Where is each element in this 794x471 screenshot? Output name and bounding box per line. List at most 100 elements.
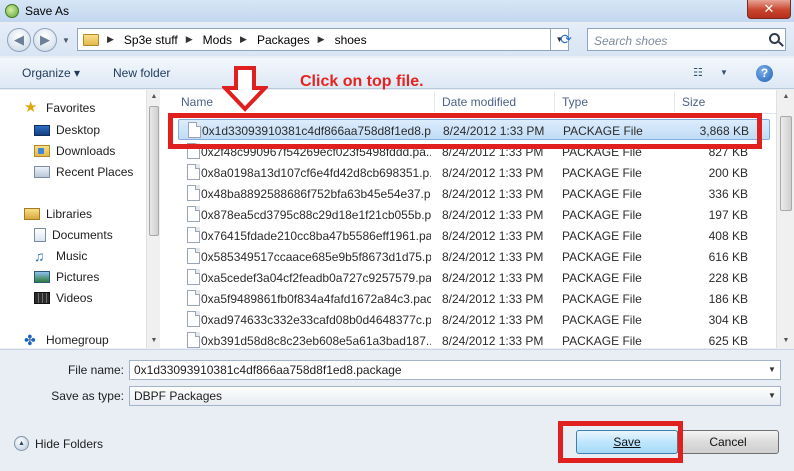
hide-folders-label: Hide Folders [35, 436, 104, 451]
file-row[interactable]: 0xa5cedef3a04cf2feadb0a727c9257579.pa...… [178, 267, 770, 288]
search-input[interactable]: Search shoes [587, 28, 786, 51]
file-date: 8/24/2012 1:33 PM [442, 271, 544, 285]
chevron-right-icon[interactable]: ▶ [186, 34, 193, 45]
save-fields: File name: 0x1d33093910381c4df866aa758d8… [0, 349, 794, 411]
file-size: 228 KB [708, 271, 748, 285]
address-bar[interactable]: ▶ Sp3e stuff ▶ Mods ▶ Packages ▶ shoes [77, 28, 551, 51]
nav-favorites[interactable]: ★ Favorites [24, 98, 95, 118]
nav-label: Videos [56, 291, 93, 305]
organize-menu[interactable]: Organize ▾ [22, 66, 80, 80]
file-row[interactable]: 0x76415fdade210cc8ba47b5586eff1961.pa...… [178, 225, 770, 246]
chevron-down-icon[interactable]: ▼ [764, 361, 780, 379]
file-name: 0x878ea5cd3795c88c29d18e1f21cb055b.p... [201, 208, 431, 222]
nav-documents[interactable]: Documents [34, 225, 113, 245]
scrollbar-thumb[interactable] [149, 106, 159, 236]
file-row[interactable]: 0xb391d58d8c8c23eb608e5a61a3bad187.... 8… [178, 330, 770, 351]
scroll-down-arrow-icon[interactable]: ▼ [777, 334, 794, 348]
file-name-label: File name: [67, 363, 124, 377]
file-size: 197 KB [708, 208, 748, 222]
file-row[interactable]: 0x8a0198a13d107cf6e4fd42d8cb698351.p... … [178, 162, 770, 183]
column-name[interactable]: Name [181, 95, 213, 109]
cancel-button[interactable]: Cancel [677, 430, 779, 454]
recent-places-icon [34, 166, 50, 178]
breadcrumb-item[interactable]: shoes [335, 33, 367, 47]
chevron-right-icon[interactable]: ▶ [240, 34, 247, 45]
nav-videos[interactable]: Videos [34, 288, 92, 308]
file-row[interactable]: 0x585349517ccaace685e9b5f8673d1d75.p... … [178, 246, 770, 267]
file-name-input[interactable]: 0x1d33093910381c4df866aa758d8f1ed8.packa… [129, 360, 781, 380]
column-date-modified[interactable]: Date modified [442, 95, 516, 109]
recent-pages-dropdown[interactable]: ▼ [62, 36, 70, 45]
scroll-up-arrow-icon[interactable]: ▲ [147, 90, 161, 104]
breadcrumb-item[interactable]: Packages [257, 33, 310, 47]
new-folder-button[interactable]: New folder [113, 66, 170, 80]
file-type: PACKAGE File [562, 292, 642, 306]
column-divider[interactable] [434, 92, 435, 112]
file-row[interactable]: 0xad974633c332e33cafd08b0d4648377c.p... … [178, 309, 770, 330]
file-row[interactable]: 0x48ba8892588686f752bfa63b45e54e37.p... … [178, 183, 770, 204]
file-size: 408 KB [708, 229, 748, 243]
file-name: 0xa5cedef3a04cf2feadb0a727c9257579.pa... [201, 271, 431, 285]
file-name: 0xa5f9489861fb0f834a4fafd1672a84c3.pac..… [201, 292, 431, 306]
nav-homegroup[interactable]: ✤ Homegroup [24, 330, 109, 350]
save-type-value: DBPF Packages [134, 389, 223, 403]
film-strip-icon [34, 292, 50, 304]
highlight-box-save-button [558, 421, 683, 463]
nav-label: Recent Places [56, 165, 134, 179]
nav-label: Pictures [56, 270, 100, 284]
scroll-up-arrow-icon[interactable]: ▲ [777, 90, 794, 104]
scroll-down-arrow-icon[interactable]: ▼ [147, 334, 161, 348]
forward-button[interactable]: ▶ [33, 28, 57, 52]
file-row[interactable]: 0xa5f9489861fb0f834a4fafd1672a84c3.pac..… [178, 288, 770, 309]
column-size[interactable]: Size [682, 95, 705, 109]
breadcrumb-item[interactable]: Mods [203, 33, 232, 47]
file-name: 0x8a0198a13d107cf6e4fd42d8cb698351.p... [201, 166, 431, 180]
nav-pictures[interactable]: Pictures [34, 267, 99, 287]
nav-libraries[interactable]: Libraries [24, 204, 92, 224]
save-type-select[interactable]: DBPF Packages ▼ [129, 386, 781, 406]
column-divider[interactable] [554, 92, 555, 112]
file-list-scrollbar[interactable]: ▲ ▼ [776, 90, 794, 348]
file-row[interactable]: 0x878ea5cd3795c88c29d18e1f21cb055b.p... … [178, 204, 770, 225]
nav-music[interactable]: ♫ Music [34, 246, 87, 266]
nav-recent-places[interactable]: Recent Places [34, 162, 133, 182]
close-button[interactable]: ✕ [747, 0, 791, 19]
star-icon: ★ [24, 99, 38, 116]
chevron-down-icon[interactable]: ▼ [720, 68, 728, 77]
nav-label: Desktop [56, 123, 101, 137]
chevron-right-icon[interactable]: ▶ [318, 34, 325, 45]
hide-folders-button[interactable]: ▲ Hide Folders [14, 436, 103, 451]
file-type: PACKAGE File [562, 271, 642, 285]
navigation-pane: ★ Favorites Desktop Downloads Recent Pla… [0, 90, 160, 348]
file-type: PACKAGE File [562, 313, 642, 327]
breadcrumb-item[interactable]: Sp3e stuff [124, 33, 178, 47]
chevron-right-icon[interactable]: ▶ [107, 34, 114, 45]
view-options-icon[interactable]: ☷ [693, 67, 707, 79]
file-icon [187, 269, 200, 285]
back-button[interactable]: ◀ [7, 28, 31, 52]
navigation-scrollbar[interactable]: ▲ ▼ [146, 90, 160, 348]
file-size: 186 KB [708, 292, 748, 306]
file-icon [187, 332, 200, 348]
search-placeholder: Search shoes [594, 34, 668, 48]
scrollbar-thumb[interactable] [780, 116, 792, 211]
help-icon[interactable]: ? [756, 65, 773, 82]
file-size: 200 KB [708, 166, 748, 180]
nav-downloads[interactable]: Downloads [34, 141, 115, 161]
column-divider[interactable] [674, 92, 675, 112]
column-type[interactable]: Type [562, 95, 588, 109]
refresh-icon[interactable]: ⟳ [557, 30, 575, 48]
file-size: 336 KB [708, 187, 748, 201]
file-date: 8/24/2012 1:33 PM [442, 166, 544, 180]
file-type: PACKAGE File [562, 250, 642, 264]
file-size: 616 KB [708, 250, 748, 264]
search-icon[interactable] [769, 33, 780, 44]
homegroup-icon: ✤ [24, 332, 36, 348]
chevron-up-icon: ▲ [14, 436, 29, 451]
file-type: PACKAGE File [562, 187, 642, 201]
nav-desktop[interactable]: Desktop [34, 120, 100, 140]
app-icon [5, 4, 19, 18]
file-size: 625 KB [708, 334, 748, 348]
chevron-down-icon[interactable]: ▼ [764, 387, 780, 405]
file-type: PACKAGE File [562, 166, 642, 180]
